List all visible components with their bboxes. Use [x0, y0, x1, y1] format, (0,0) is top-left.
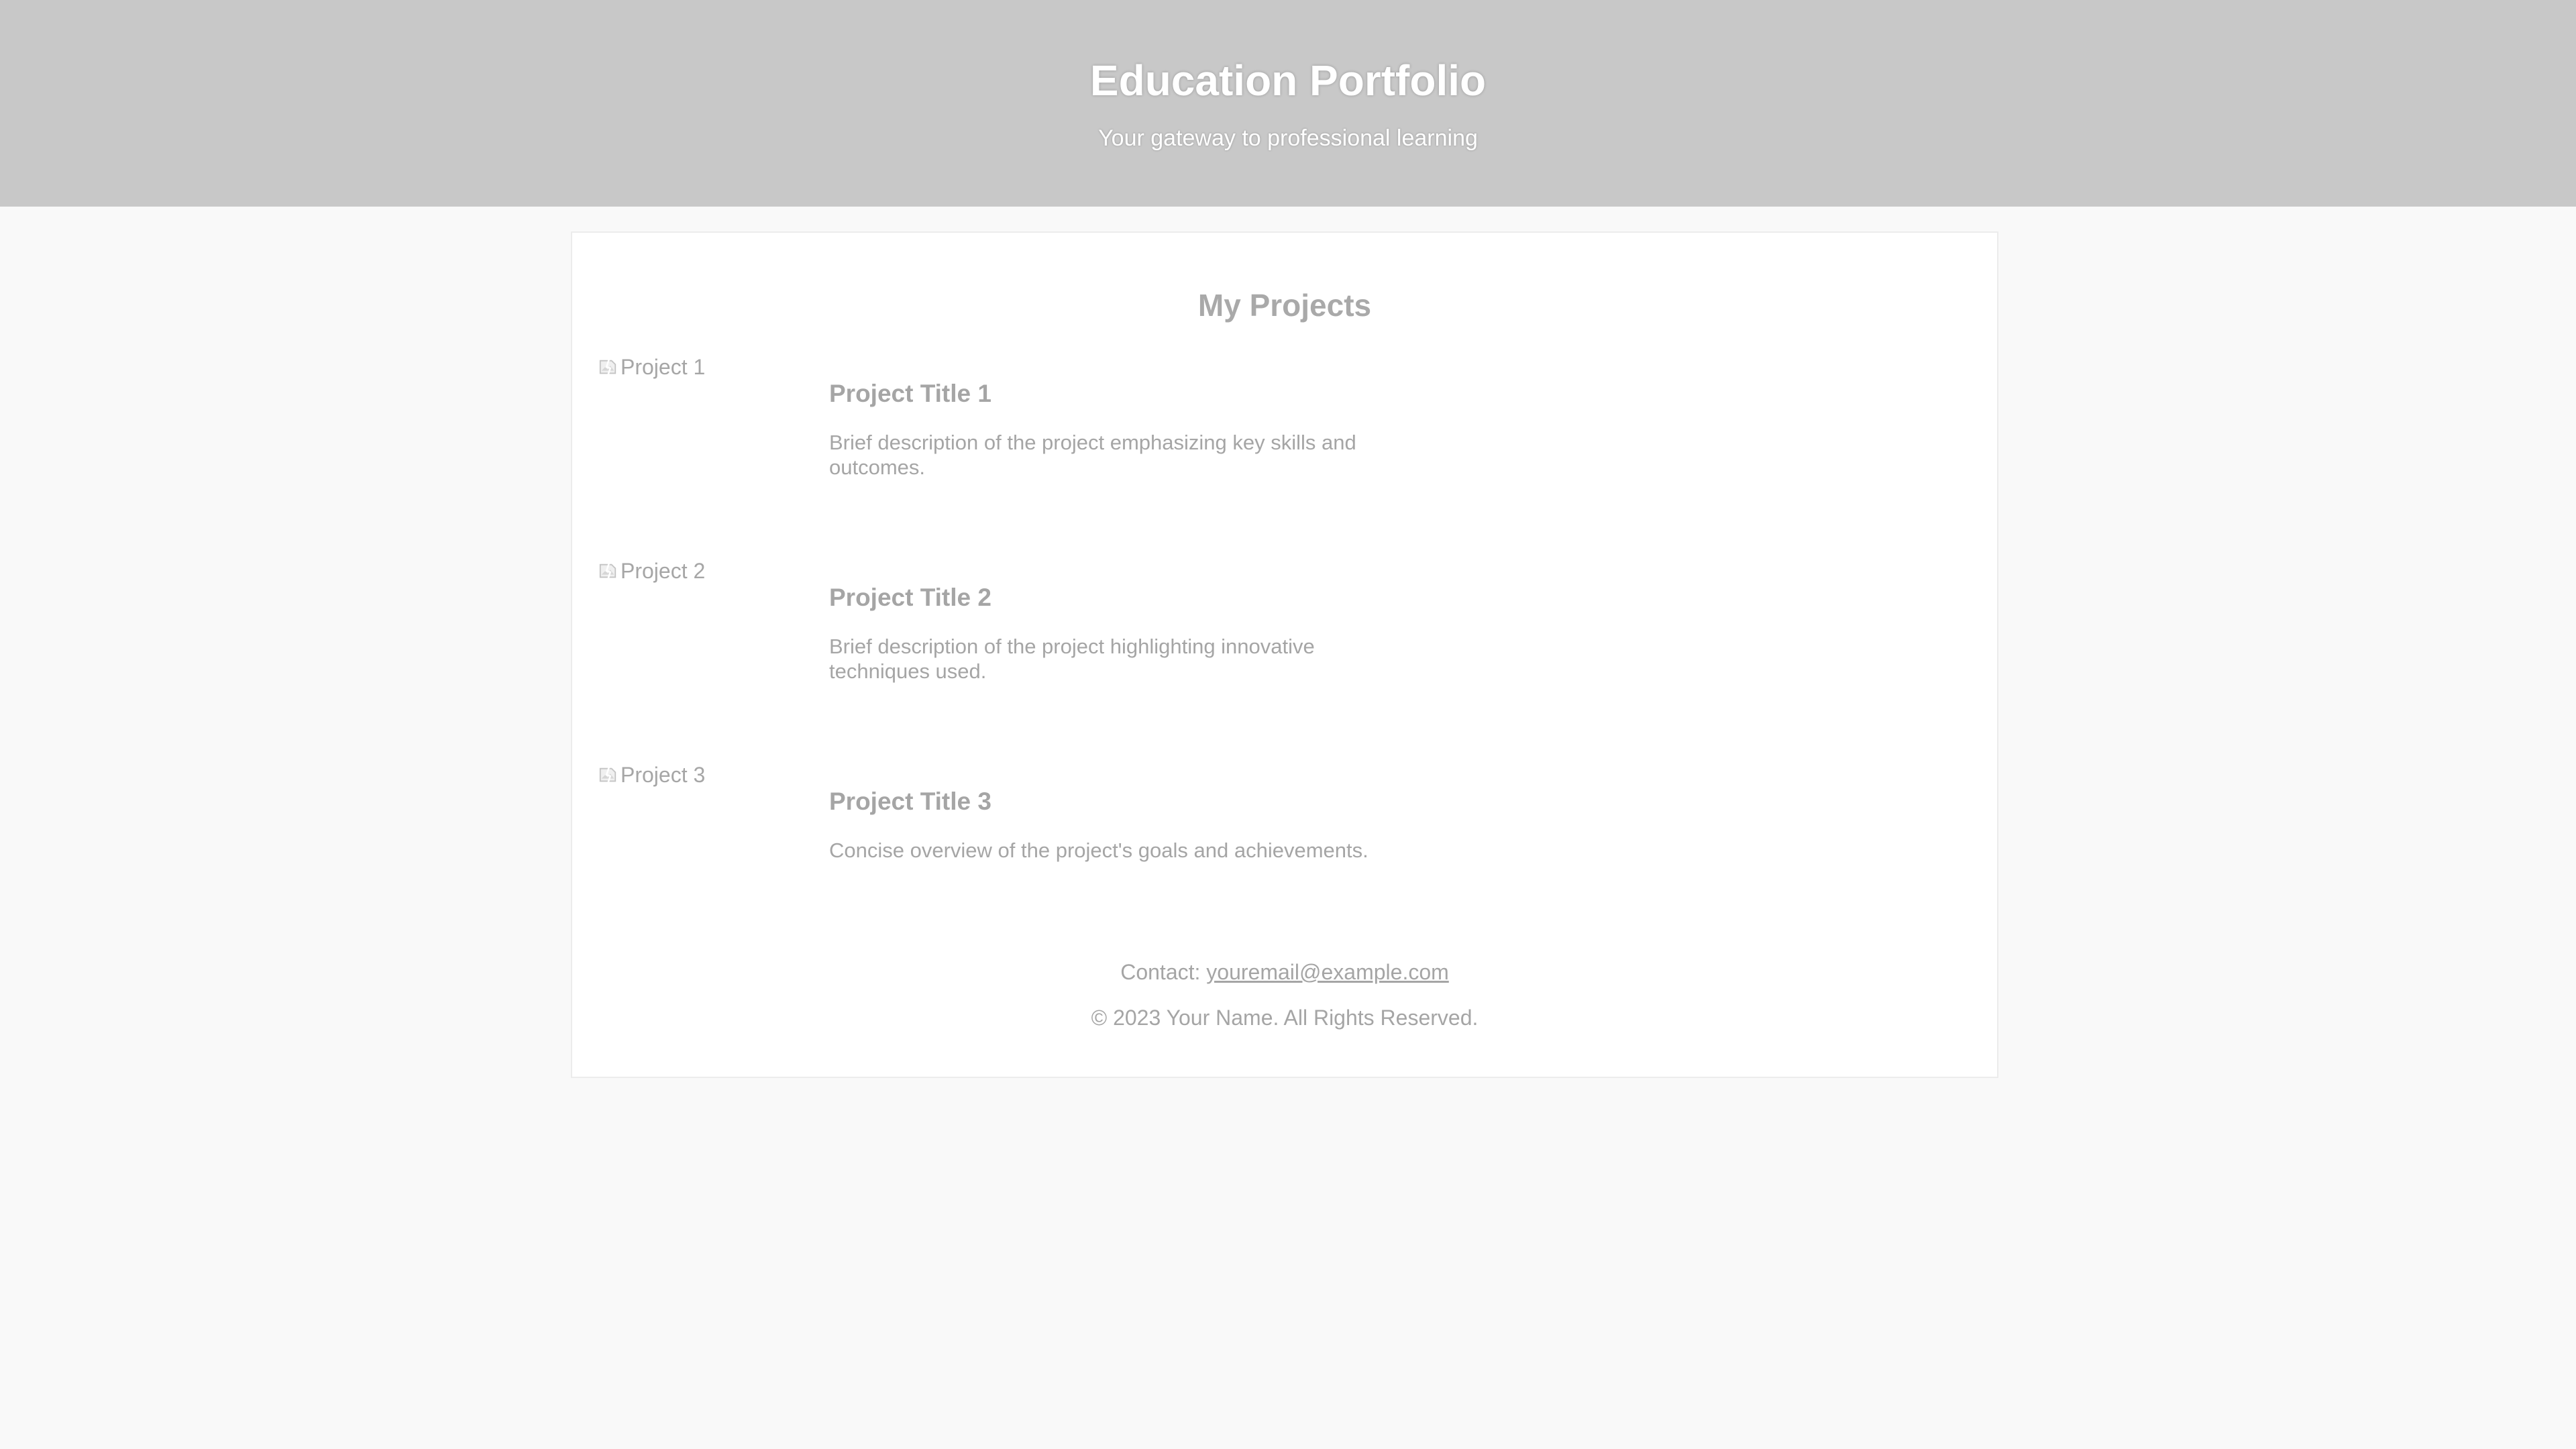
project-item: Project 3 Project Title 3 Concise overvi…	[572, 761, 1997, 936]
card-footer: Contact: youremail@example.com © 2023 Yo…	[572, 957, 1997, 1032]
broken-image-icon	[599, 563, 616, 580]
project-description: Brief description of the project emphasi…	[829, 431, 1356, 479]
project-item: Project 2 Project Title 2 Brief descript…	[572, 557, 1997, 732]
site-header: Education Portfolio Your gateway to prof…	[0, 0, 2576, 207]
project-image: Project 1	[598, 354, 705, 380]
project-image-alt: Project 3	[621, 762, 706, 787]
contact-line: Contact: youremail@example.com	[572, 957, 1997, 987]
project-description: Concise overview of the project's goals …	[829, 839, 1368, 862]
project-image: Project 2	[598, 557, 705, 584]
site-subtitle: Your gateway to professional learning	[1098, 125, 1478, 151]
project-image: Project 3	[598, 761, 705, 788]
project-title: Project Title 3	[829, 788, 991, 815]
copyright-text: © 2023 Your Name. All Rights Reserved.	[1091, 1006, 1479, 1030]
project-title: Project Title 2	[829, 584, 991, 611]
broken-image-icon	[599, 767, 616, 784]
project-description: Brief description of the project highlig…	[829, 635, 1315, 683]
project-info: Project Title 2 Brief description of the…	[829, 582, 1406, 684]
project-image-alt: Project 2	[621, 558, 706, 583]
contact-label: Contact:	[1120, 960, 1201, 984]
project-item: Project 1 Project Title 1 Brief descript…	[572, 354, 1997, 528]
project-info: Project Title 3 Concise overview of the …	[829, 786, 1406, 863]
portfolio-card: My Projects Project 1 Project Title 1 Br…	[571, 231, 1998, 1078]
project-image-alt: Project 1	[621, 354, 706, 379]
contact-email-link[interactable]: youremail@example.com	[1206, 960, 1449, 984]
site-title: Education Portfolio	[1089, 56, 1487, 105]
section-title: My Projects	[1197, 288, 1372, 323]
project-info: Project Title 1 Brief description of the…	[829, 378, 1406, 480]
broken-image-icon	[599, 359, 616, 376]
project-title: Project Title 1	[829, 380, 991, 407]
